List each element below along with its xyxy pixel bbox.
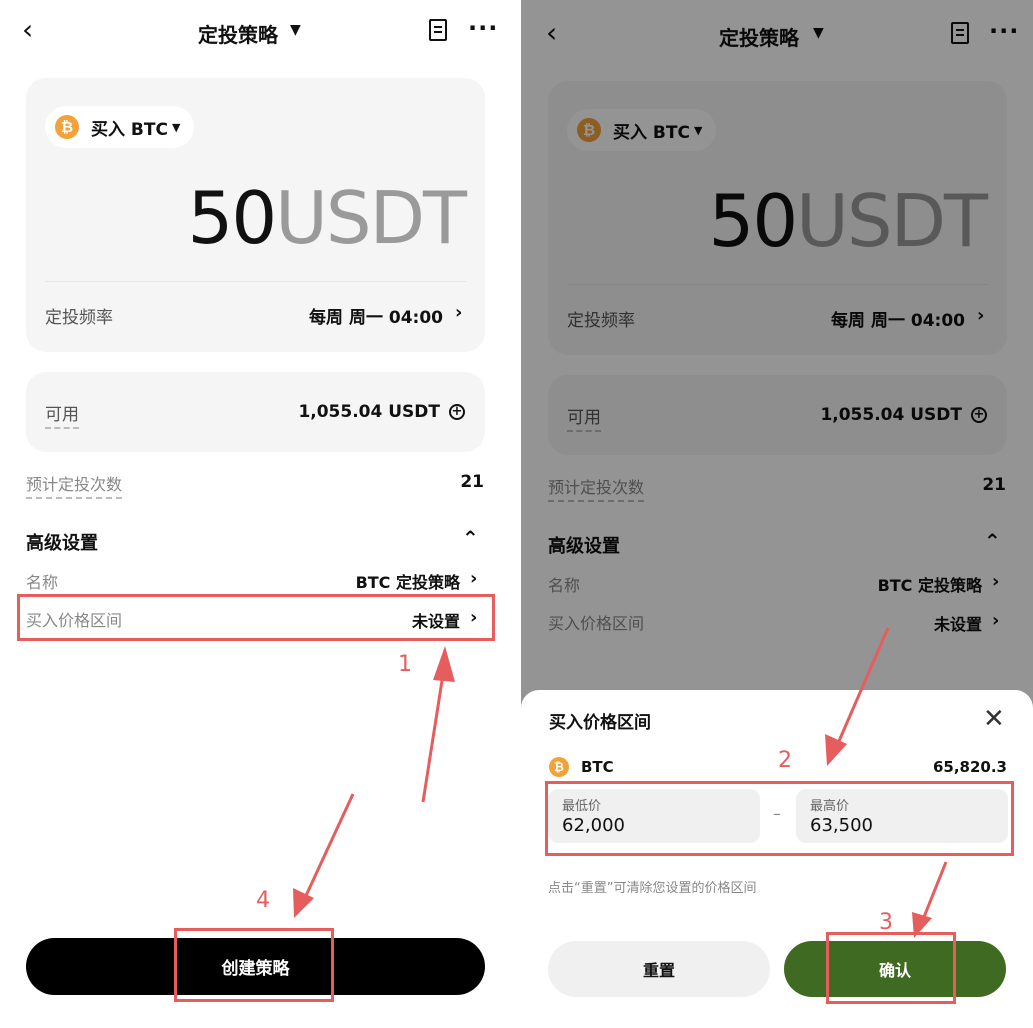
price-range-sheet: 买入价格区间 ✕ ₿ BTC 65,820.3 最低价 62,000 – 最高价…	[521, 690, 1033, 1028]
name-value[interactable]: BTC 定投策略	[280, 569, 460, 593]
screen-gap	[514, 0, 521, 1028]
more-horizontal-icon[interactable]: ···	[468, 16, 498, 40]
step-number-3: 3	[879, 910, 893, 935]
document-icon[interactable]	[429, 19, 447, 41]
caret-down-icon[interactable]: ▼	[290, 22, 301, 38]
chevron-right-icon[interactable]: ›	[455, 302, 462, 323]
step-number-2: 2	[778, 748, 792, 773]
screen-create-strategy: ‹ 定投策略 ▼ ··· ₿ 买入 BTC ▼ 50USDT 定投频率 每周 周…	[0, 0, 514, 1028]
step-number-4: 4	[256, 888, 270, 913]
available-label[interactable]: 可用	[45, 400, 79, 429]
buy-coin-label: 买入 BTC	[91, 119, 168, 140]
chevron-right-icon[interactable]: ›	[470, 568, 477, 589]
name-label: 名称	[26, 573, 59, 592]
plus-circle-icon[interactable]: +	[449, 404, 465, 420]
reset-button[interactable]: 重置	[548, 941, 770, 997]
back-icon[interactable]: ‹	[22, 16, 33, 44]
step-number-1: 1	[398, 652, 412, 677]
highlight-price-range	[17, 594, 495, 641]
estimate-label[interactable]: 预计定投次数	[26, 471, 123, 499]
estimate-value: 21	[460, 472, 484, 492]
sheet-title: 买入价格区间	[549, 713, 651, 733]
close-icon[interactable]: ✕	[983, 706, 1005, 732]
amount-value: 50	[187, 176, 278, 260]
highlight-confirm-button	[826, 932, 956, 1004]
frequency-value[interactable]: 每周 周一 04:00	[250, 303, 443, 328]
bitcoin-icon: ₿	[549, 757, 569, 777]
buy-coin-selector[interactable]: ₿ 买入 BTC ▼	[45, 106, 195, 148]
bitcoin-icon: ₿	[55, 115, 79, 139]
amount-currency: USDT	[275, 176, 467, 260]
current-price: 65,820.3	[932, 758, 1007, 776]
amount-display[interactable]: 50USDT	[120, 176, 467, 260]
reset-hint: 点击“重置”可清除您设置的价格区间	[548, 881, 757, 896]
frequency-label: 定投频率	[45, 308, 113, 328]
highlight-create-button	[174, 928, 334, 1002]
chevron-up-icon[interactable]: ⌃	[462, 526, 479, 550]
available-value: 1,055.04 USDT	[298, 402, 440, 422]
highlight-price-fields	[545, 781, 1014, 856]
divider	[45, 281, 466, 282]
caret-down-icon: ▼	[171, 120, 181, 134]
sheet-coin: BTC	[581, 758, 614, 776]
page-title[interactable]: 定投策略	[198, 19, 278, 48]
advanced-settings-title: 高级设置	[26, 533, 98, 554]
screen-price-range-sheet: ‹ 定投策略 ▼ ··· ₿ 买入 BTC ▼ 50USDT 定投频率 每周 周…	[521, 0, 1033, 1028]
